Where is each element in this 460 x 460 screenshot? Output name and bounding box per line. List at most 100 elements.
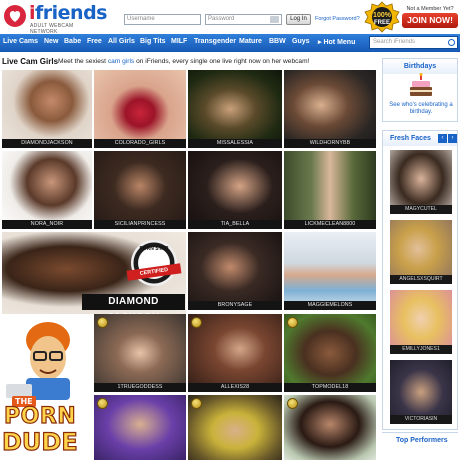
- key-icon: [270, 16, 279, 23]
- performer-name: ALLEXIS28: [188, 383, 282, 392]
- cam-tile[interactable]: TOPMODEL18: [284, 314, 376, 392]
- section-title: Live Cam Girls: [2, 57, 59, 66]
- ifriends-logo[interactable]: ifriends ADULT WEBCAM NETWORK: [3, 2, 107, 35]
- cam-tile[interactable]: [284, 395, 376, 460]
- performer-thumbnail: [2, 151, 92, 229]
- cam-tile[interactable]: TIA_BELLA: [188, 151, 282, 229]
- not-member-text: Not a Member Yet?: [406, 6, 454, 12]
- nav-bbw[interactable]: BBW: [269, 38, 286, 45]
- fresh-face-tile[interactable]: EMILLYJONES1: [390, 290, 452, 354]
- nav-mature[interactable]: Mature: [239, 38, 262, 45]
- crown-icon: [97, 317, 108, 328]
- svg-text:100%: 100%: [373, 12, 392, 19]
- join-now-button[interactable]: JOIN NOW!: [402, 13, 458, 28]
- performer-thumbnail: [94, 70, 186, 148]
- nav-guys[interactable]: Guys: [292, 38, 310, 45]
- cam-tile[interactable]: MISSALESSIA: [188, 70, 282, 148]
- search-icon[interactable]: [448, 39, 455, 46]
- search-input[interactable]: Search iFriends: [369, 36, 458, 49]
- performer-name: COLORADO_GIRLS: [94, 139, 186, 148]
- cam-tile[interactable]: ALLEXIS28: [188, 314, 282, 392]
- birthday-cake-icon: [410, 73, 432, 96]
- nav-all-girls[interactable]: All Girls: [108, 38, 135, 45]
- site-header: ifriends ADULT WEBCAM NETWORK Username P…: [0, 0, 460, 35]
- birthdays-text: See who's celebrating a birthday.: [389, 102, 453, 115]
- performer-name: WILDHORNYBB: [284, 139, 376, 148]
- cam-tile[interactable]: NORA_NOIR: [2, 151, 92, 229]
- cam-tile[interactable]: DIAMONDJACKSON: [2, 70, 92, 148]
- username-input[interactable]: Username: [124, 14, 201, 25]
- performer-name: MAGGIEMELONS: [284, 301, 376, 310]
- cam-tile[interactable]: 1TRUEGODDESS: [94, 314, 186, 392]
- fresh-face-tile[interactable]: ANGELSXSQUIRT: [390, 220, 452, 284]
- featured-name: DIAMOND JACKSON: [82, 294, 185, 323]
- section-subtitle: Meet the sexiest cam girls on iFriends, …: [58, 58, 310, 65]
- performer-thumbnail: [94, 151, 186, 229]
- performer-thumbnail: [284, 70, 376, 148]
- performer-name: VICTORIASIN: [390, 415, 452, 424]
- crown-icon: [97, 398, 108, 409]
- performer-name: 1TRUEGODDESS: [94, 383, 186, 392]
- performer-name: TOPMODEL18: [284, 383, 376, 392]
- nav-big-tits[interactable]: Big Tits: [140, 38, 166, 45]
- cam-tile[interactable]: LICKMECLEAN8800: [284, 151, 376, 229]
- performer-name: MISSALESSIA: [188, 139, 282, 148]
- heart-logo-icon: [4, 5, 26, 27]
- cam-girls-link[interactable]: cam girls: [108, 58, 134, 65]
- performer-thumbnail: [188, 70, 282, 148]
- nav-transgender[interactable]: Transgender: [194, 38, 236, 45]
- svg-text:FREE: FREE: [374, 20, 390, 26]
- forgot-password-link[interactable]: Forgot Password?: [315, 16, 360, 22]
- fresh-face-tile[interactable]: MAGYCUTEL: [390, 150, 452, 214]
- performer-name: ANGELSXSQUIRT: [390, 275, 452, 284]
- performer-thumbnail: [188, 314, 282, 392]
- nav-milf[interactable]: MILF: [171, 38, 187, 45]
- nav-hot-menu[interactable]: ▸ Hot Menu: [318, 38, 355, 46]
- nav-free[interactable]: Free: [87, 38, 102, 45]
- performer-thumbnail: [188, 395, 282, 460]
- birthdays-title: Birthdays: [383, 59, 457, 74]
- porn-dude-ad[interactable]: THE PORN DUDE: [0, 318, 90, 460]
- performer-name: LICKMECLEAN8800: [284, 220, 376, 229]
- performer-name: TIA_BELLA: [188, 220, 282, 229]
- performer-thumbnail: [188, 151, 282, 229]
- join-box: Not a Member Yet? JOIN NOW!: [402, 6, 458, 30]
- login-button[interactable]: Log In: [286, 14, 311, 25]
- performer-name: DIAMONDJACKSON: [2, 139, 92, 148]
- pornstar-certified-seal: PORN STAR CERTIFIED: [126, 240, 182, 286]
- performer-name: BRONYSAGE: [188, 301, 282, 310]
- performer-thumbnail: [2, 70, 92, 148]
- fresh-face-tile[interactable]: VICTORIASIN: [390, 360, 452, 424]
- nav-new[interactable]: New: [44, 38, 58, 45]
- cam-tile[interactable]: WILDHORNYBB: [284, 70, 376, 148]
- birthdays-panel[interactable]: Birthdays See who's celebrating a birthd…: [382, 58, 458, 122]
- crown-icon: [287, 398, 298, 409]
- password-input[interactable]: Password: [205, 14, 282, 25]
- crown-icon: [287, 317, 298, 328]
- nav-babe[interactable]: Babe: [64, 38, 81, 45]
- performer-name: NORA_NOIR: [2, 220, 92, 229]
- next-arrow-icon[interactable]: ›: [448, 134, 457, 143]
- performer-thumbnail: [188, 232, 282, 310]
- porn-dude-porn: PORN: [3, 403, 77, 429]
- crown-icon: [191, 317, 202, 328]
- cam-tile[interactable]: SICILIANPRINCESS: [94, 151, 186, 229]
- crown-icon: [191, 398, 202, 409]
- cam-tile[interactable]: COLORADO_GIRLS: [94, 70, 186, 148]
- prev-arrow-icon[interactable]: ‹: [438, 134, 447, 143]
- nav-live-cams[interactable]: Live Cams: [3, 38, 38, 45]
- performer-thumbnail: [284, 151, 376, 229]
- performer-thumbnail: [284, 232, 376, 310]
- cam-tile[interactable]: [188, 395, 282, 460]
- cam-tile[interactable]: [94, 395, 186, 460]
- cam-tile[interactable]: BRONYSAGE: [188, 232, 282, 310]
- performer-name: EMILLYJONES1: [390, 345, 452, 354]
- top-performers-title: Top Performers: [382, 432, 458, 448]
- performer-thumbnail: [94, 314, 186, 392]
- cam-tile[interactable]: MAGGIEMELONS: [284, 232, 376, 310]
- porn-dude-dude: DUDE: [1, 427, 78, 456]
- performer-name: SICILIANPRINCESS: [94, 220, 186, 229]
- performer-thumbnail: [284, 314, 376, 392]
- logo-text: ifriends: [29, 2, 107, 24]
- performer-name: MAGYCUTEL: [390, 205, 452, 214]
